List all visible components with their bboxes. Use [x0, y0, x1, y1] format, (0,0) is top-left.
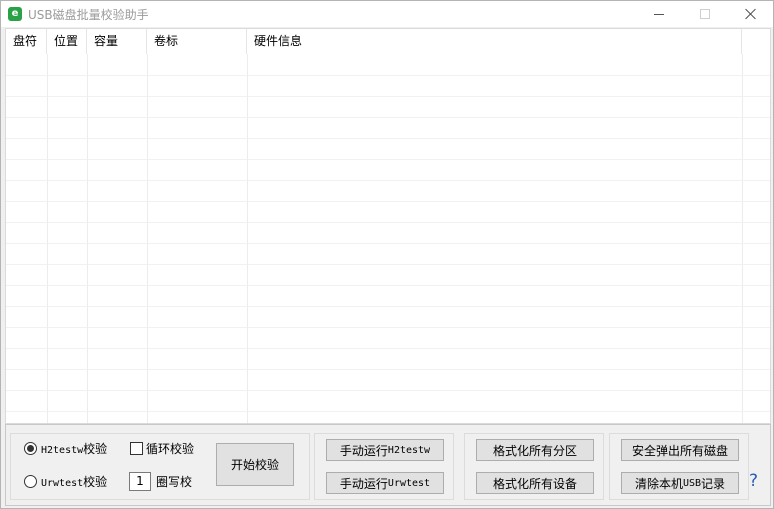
column-header-drive[interactable]: 盘符 [6, 29, 47, 54]
column-header-volume-label[interactable]: 卷标 [147, 29, 247, 54]
grid-line [6, 411, 770, 412]
grid-line [6, 285, 770, 286]
loop-check-label[interactable]: 循环校验 [146, 442, 194, 456]
help-icon[interactable]: ? [749, 471, 758, 491]
grid-line [6, 159, 770, 160]
app-icon: e [8, 7, 22, 21]
format-all-devices-button[interactable]: 格式化所有设备 [476, 472, 594, 494]
main-window: e USB磁盘批量校验助手 盘符 位置 容量 卷标 硬件信息 H2testw校验… [0, 0, 774, 509]
radio-urwtest-label[interactable]: Urwtest校验 [41, 475, 107, 491]
clear-usb-records-button[interactable]: 清除本机 USB 记录 [621, 472, 739, 494]
radio-h2testw-label[interactable]: H2testw校验 [41, 442, 107, 458]
grid-line [6, 327, 770, 328]
list-body[interactable] [6, 54, 770, 423]
control-panel: H2testw校验 Urwtest校验 循环校验 1 圈写校 开始校验 手动运行… [5, 424, 771, 506]
loop-check-checkbox[interactable] [130, 442, 143, 455]
verify-options-group: H2testw校验 Urwtest校验 循环校验 1 圈写校 开始校验 [10, 433, 310, 500]
grid-line [6, 306, 770, 307]
grid-line [6, 243, 770, 244]
disk-list[interactable]: 盘符 位置 容量 卷标 硬件信息 [5, 28, 771, 424]
run-h2testw-button[interactable]: 手动运行 H2testw [326, 439, 444, 461]
grid-line [6, 201, 770, 202]
maximize-icon [700, 9, 710, 19]
grid-line [6, 222, 770, 223]
column-header-location[interactable]: 位置 [47, 29, 87, 54]
grid-line [6, 180, 770, 181]
grid-line [6, 348, 770, 349]
grid-line [6, 369, 770, 370]
system-group: 安全弹出所有磁盘 清除本机 USB 记录 [609, 433, 749, 500]
grid-line [6, 75, 770, 76]
column-header-hardware-info[interactable]: 硬件信息 [247, 29, 742, 54]
eject-all-disks-button[interactable]: 安全弹出所有磁盘 [621, 439, 739, 461]
list-header: 盘符 位置 容量 卷标 硬件信息 [6, 29, 770, 54]
start-verify-button[interactable]: 开始校验 [216, 443, 294, 486]
grid-line [6, 390, 770, 391]
grid-line [6, 96, 770, 97]
close-icon [745, 8, 757, 20]
radio-urwtest[interactable] [24, 475, 37, 488]
window-title: USB磁盘批量校验助手 [28, 8, 149, 22]
minimize-icon [654, 13, 664, 15]
format-group: 格式化所有分区 格式化所有设备 [464, 433, 604, 500]
run-urwtest-button[interactable]: 手动运行 Urwtest [326, 472, 444, 494]
write-laps-input[interactable]: 1 [129, 472, 151, 491]
radio-h2testw[interactable] [24, 442, 37, 455]
grid-line [6, 264, 770, 265]
format-all-partitions-button[interactable]: 格式化所有分区 [476, 439, 594, 461]
close-button[interactable] [728, 1, 774, 27]
grid-line [6, 117, 770, 118]
title-bar[interactable]: e USB磁盘批量校验助手 [1, 1, 773, 27]
manual-run-group: 手动运行 H2testw 手动运行 Urwtest [314, 433, 454, 500]
minimize-button[interactable] [636, 1, 682, 27]
grid-line [6, 138, 770, 139]
column-header-capacity[interactable]: 容量 [87, 29, 147, 54]
write-laps-label: 圈写校 [156, 475, 193, 489]
maximize-button [682, 1, 728, 27]
